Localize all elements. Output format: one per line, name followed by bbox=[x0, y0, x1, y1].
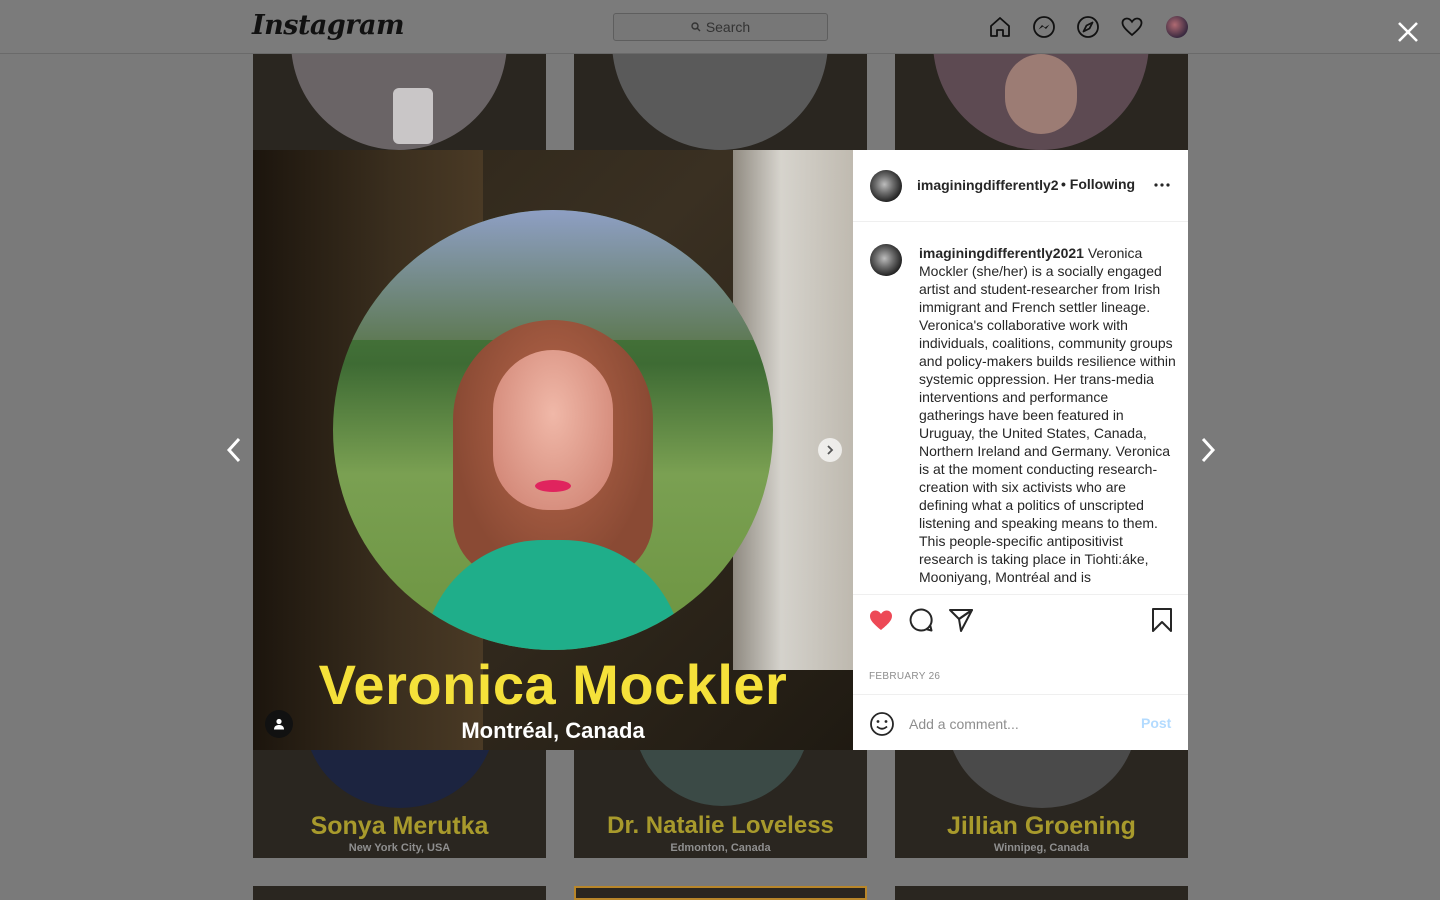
profile-avatar[interactable] bbox=[1166, 16, 1188, 38]
comment-input[interactable] bbox=[909, 714, 1129, 734]
grid-tile[interactable]: Sonya Merutka New York City, USA bbox=[253, 750, 546, 858]
image-subtitle: Montréal, Canada bbox=[461, 718, 645, 743]
explore-icon[interactable] bbox=[1076, 15, 1100, 39]
tagged-users-button[interactable] bbox=[265, 710, 293, 738]
grid-tile[interactable] bbox=[574, 54, 867, 150]
close-icon[interactable] bbox=[1396, 20, 1420, 44]
tile-name: Jillian Groening bbox=[947, 812, 1136, 840]
grid-tile[interactable]: Dr. Natalie Loveless Edmonton, Canada bbox=[574, 750, 867, 858]
tile-location: Edmonton, Canada bbox=[670, 842, 771, 854]
caption-section: imaginingdifferently2021 Veronica Mockle… bbox=[853, 222, 1188, 594]
following-status[interactable]: • Following bbox=[1061, 176, 1135, 192]
caption-username[interactable]: imaginingdifferently2021 bbox=[919, 245, 1084, 261]
caption-author-avatar[interactable] bbox=[870, 244, 902, 276]
grid-tile[interactable] bbox=[253, 54, 546, 150]
search-placeholder: Search bbox=[705, 19, 751, 35]
author-avatar[interactable] bbox=[870, 170, 902, 202]
top-navigation-bar: Instagram Search bbox=[0, 0, 1440, 54]
search-icon bbox=[691, 22, 701, 32]
user-icon bbox=[274, 718, 284, 730]
post-image[interactable]: Veronica Mockler Montréal, Canada bbox=[253, 150, 853, 750]
activity-heart-icon[interactable] bbox=[1120, 15, 1144, 39]
tile-location: Winnipeg, Canada bbox=[993, 842, 1090, 854]
caption-body: Veronica Mockler (she/her) is a socially… bbox=[919, 245, 1176, 585]
post-header: imaginingdifferently2021 • Following bbox=[853, 150, 1188, 222]
comment-icon[interactable] bbox=[908, 607, 934, 633]
tile-name: Sonya Merutka bbox=[310, 812, 489, 840]
portrait-photo bbox=[333, 210, 773, 650]
search-box[interactable]: Search bbox=[613, 13, 828, 41]
next-post-arrow-icon[interactable] bbox=[1198, 435, 1218, 465]
messenger-icon[interactable] bbox=[1032, 15, 1056, 39]
post-actions bbox=[853, 594, 1188, 645]
grid-tile[interactable] bbox=[574, 886, 867, 900]
post-date[interactable]: FEBRUARY 26 bbox=[869, 671, 940, 682]
add-comment-bar: Post bbox=[853, 694, 1188, 751]
image-title: Veronica Mockler bbox=[318, 653, 788, 716]
post-details-panel: imaginingdifferently2021 • Following ima… bbox=[853, 150, 1188, 750]
caption-text: imaginingdifferently2021 Veronica Mockle… bbox=[919, 244, 1177, 586]
save-bookmark-icon[interactable] bbox=[1149, 607, 1175, 633]
like-heart-icon[interactable] bbox=[868, 607, 894, 633]
grid-tile[interactable] bbox=[895, 54, 1188, 150]
grid-tile[interactable] bbox=[895, 886, 1188, 900]
grid-tile[interactable]: Jillian Groening Winnipeg, Canada bbox=[895, 750, 1188, 858]
emoji-icon[interactable] bbox=[869, 711, 895, 737]
tile-location: New York City, USA bbox=[348, 842, 451, 854]
chevron-right-icon bbox=[827, 445, 834, 455]
post-comment-button[interactable]: Post bbox=[1141, 715, 1171, 731]
more-options-icon[interactable] bbox=[1153, 176, 1171, 194]
home-icon[interactable] bbox=[988, 15, 1012, 39]
grid-tile[interactable] bbox=[253, 886, 546, 900]
author-username[interactable]: imaginingdifferently2021 bbox=[917, 177, 1059, 193]
previous-post-arrow-icon[interactable] bbox=[224, 435, 244, 465]
tile-name: Dr. Natalie Loveless bbox=[607, 812, 834, 839]
instagram-logo[interactable]: Instagram bbox=[252, 10, 405, 41]
carousel-next-button[interactable] bbox=[818, 438, 842, 462]
share-icon[interactable] bbox=[948, 607, 974, 633]
